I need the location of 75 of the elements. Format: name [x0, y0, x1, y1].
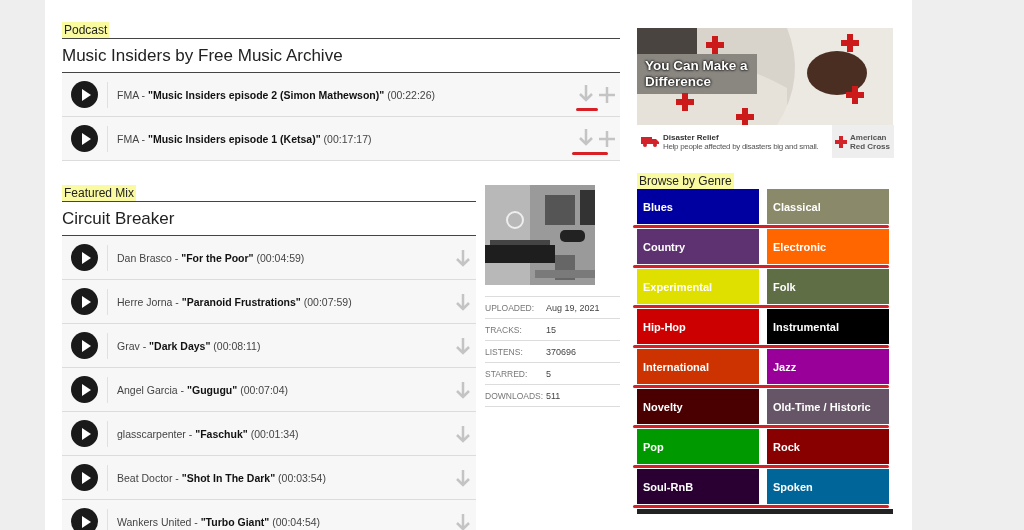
stat-value: 511: [546, 390, 561, 401]
stat-value: 5: [546, 368, 551, 379]
stat-value: Aug 19, 2021: [546, 302, 600, 313]
genre-tile[interactable]: Jazz: [767, 349, 889, 384]
play-icon: [80, 471, 91, 484]
ad-title: Disaster Relief: [663, 132, 720, 142]
ad-banner[interactable]: You Can Make a Difference Disaster Relief Help people affected by disasters big and small. American Red Cross: [637, 28, 894, 158]
genre-tile[interactable]: Novelty: [637, 389, 759, 424]
stat-value: 15: [546, 324, 556, 335]
track-text: Grav - "Dark Days" (00:08:11): [117, 339, 261, 352]
add-icon[interactable]: [598, 129, 616, 148]
play-button[interactable]: [71, 288, 98, 315]
stat-label: DOWNLOADS:: [485, 390, 545, 401]
play-icon: [80, 88, 91, 101]
ad-headline: You Can Make a Difference: [645, 58, 749, 90]
play-button[interactable]: [71, 244, 98, 271]
play-button[interactable]: [71, 332, 98, 359]
download-icon[interactable]: [578, 127, 594, 146]
genre-tile[interactable]: Instrumental: [767, 309, 889, 344]
track-text: FMA - "Music Insiders episode 1 (Ketsa)" (00:17:17): [117, 132, 372, 145]
genre-tile[interactable]: Folk: [767, 269, 889, 304]
stat-label: TRACKS:: [485, 324, 523, 335]
play-button[interactable]: [71, 464, 98, 491]
stat-label: LISTENS:: [485, 346, 524, 357]
track-text: Angel Garcia - "Gugugu" (00:07:04): [117, 383, 289, 396]
marker-line: [576, 107, 598, 111]
genre-tile[interactable]: Hip-Hop: [637, 309, 759, 344]
play-icon: [80, 427, 91, 440]
play-icon: [80, 339, 91, 352]
genre-tile[interactable]: Classical: [767, 189, 889, 224]
section-label: Podcast: [62, 22, 110, 38]
download-icon[interactable]: [455, 468, 471, 487]
download-icon[interactable]: [455, 248, 471, 267]
stat-label: STARRED:: [485, 368, 529, 379]
download-icon[interactable]: [455, 512, 471, 530]
ad-text: Help people affected by disasters big and small.: [663, 141, 820, 151]
track-text: glasscarpenter - "Faschuk" (00:01:34): [117, 427, 299, 440]
section-title: Music Insiders by Free Music Archive: [62, 45, 344, 67]
play-button[interactable]: [71, 420, 98, 447]
play-icon: [80, 251, 91, 264]
play-icon: [80, 132, 91, 145]
section-title: Circuit Breaker: [62, 208, 176, 230]
track-text: FMA - "Music Insiders episode 2 (Simon Mathewson)" (00:22:26): [117, 88, 436, 101]
download-icon[interactable]: [455, 336, 471, 355]
play-button[interactable]: [71, 81, 98, 108]
section-label: Featured Mix: [62, 185, 137, 201]
download-icon[interactable]: [455, 292, 471, 311]
play-button[interactable]: [71, 376, 98, 403]
download-icon[interactable]: [455, 380, 471, 399]
genre-tile[interactable]: International: [637, 349, 759, 384]
play-button[interactable]: [71, 125, 98, 152]
genre-tile[interactable]: Pop: [637, 429, 759, 464]
genre-tile[interactable]: Blues: [637, 189, 759, 224]
track-text: Herre Jorna - "Paranoid Frustrations" (00:07:59): [117, 295, 352, 308]
brand-logo: American Red Cross: [832, 125, 894, 158]
genre-tile[interactable]: Spoken: [767, 469, 889, 504]
play-icon: [80, 515, 91, 528]
genre-tile[interactable]: Soul-RnB: [637, 469, 759, 504]
marker-line: [572, 151, 608, 155]
play-button[interactable]: [71, 508, 98, 530]
track-text: Dan Brasco - "For the Poor" (00:04:59): [117, 251, 305, 264]
stat-value: 370696: [546, 346, 577, 357]
truck-icon: [641, 136, 659, 147]
play-icon: [80, 295, 91, 308]
genre-tile[interactable]: Rock: [767, 429, 889, 464]
download-icon[interactable]: [578, 83, 594, 102]
play-icon: [80, 383, 91, 396]
genre-tile[interactable]: Old-Time / Historic: [767, 389, 889, 424]
track-text: Beat Doctor - "Shot In The Dark" (00:03:54): [117, 471, 326, 484]
track-text: Wankers United - "Turbo Giant" (00:04:54): [117, 515, 321, 528]
section-label: Browse by Genre: [637, 173, 734, 189]
download-icon[interactable]: [455, 424, 471, 443]
add-icon[interactable]: [598, 85, 616, 104]
stat-label: UPLOADED:: [485, 302, 536, 313]
genre-tile[interactable]: Country: [637, 229, 759, 264]
